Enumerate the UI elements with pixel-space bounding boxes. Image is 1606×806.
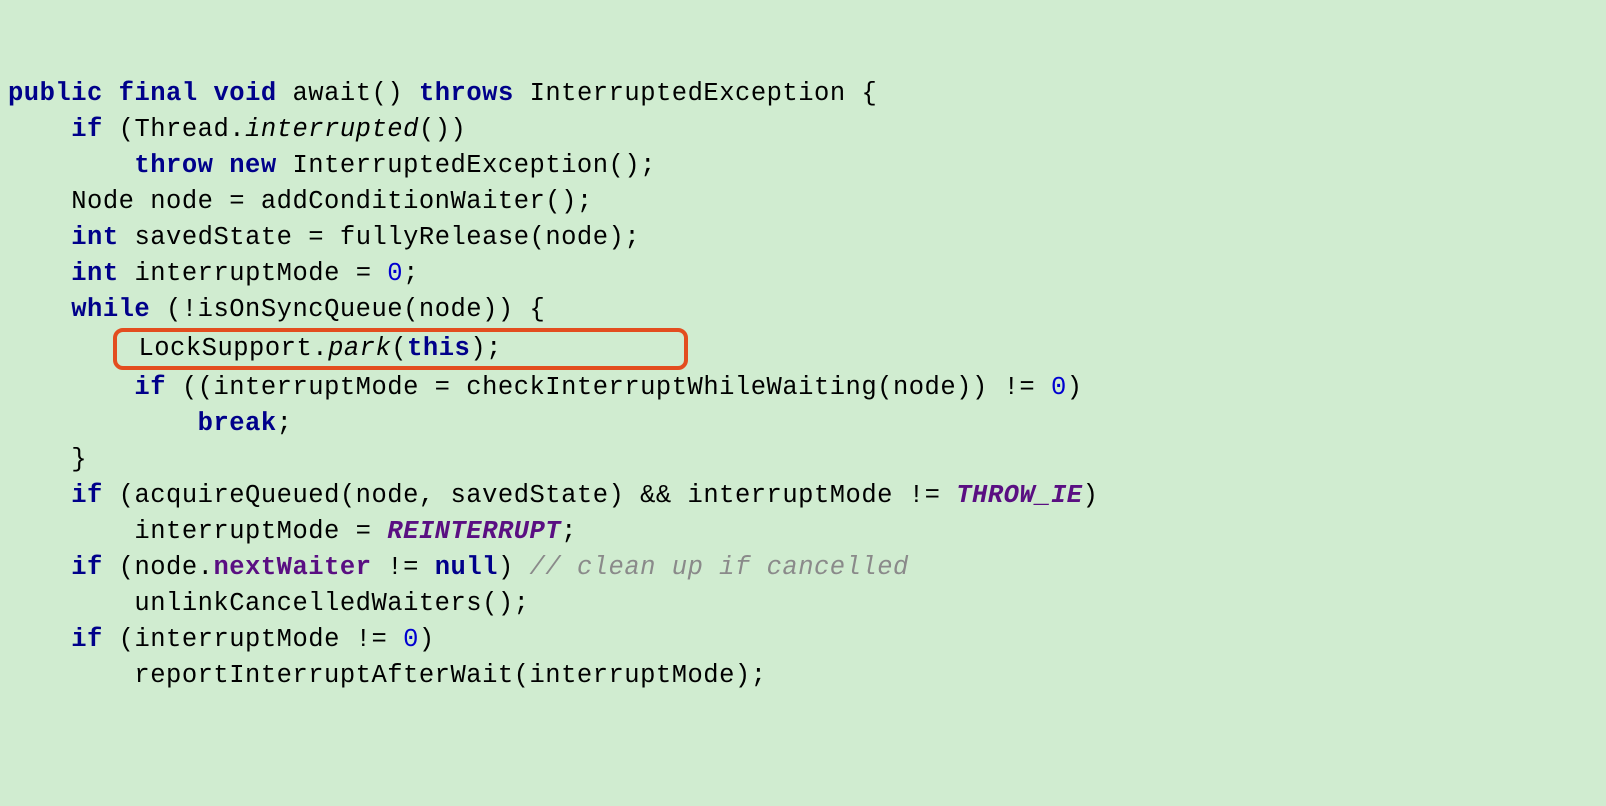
- keyword-void: void: [213, 79, 276, 108]
- code-text: InterruptedException();: [292, 151, 655, 180]
- keyword-this: this: [407, 334, 470, 363]
- keyword-if: if: [71, 625, 103, 654]
- keyword-if: if: [71, 115, 103, 144]
- code-text: ): [1067, 373, 1083, 402]
- keyword-if: if: [71, 481, 103, 510]
- code-line: if (node.nextWaiter != null) // clean up…: [8, 553, 909, 582]
- code-text: (node.: [119, 553, 214, 582]
- method-name: await: [293, 79, 372, 108]
- code-text: ((interruptMode = checkInterruptWhileWai…: [182, 373, 1051, 402]
- code-text: ;: [561, 517, 577, 546]
- constant: THROW_IE: [956, 481, 1082, 510]
- keyword-throws: throws: [419, 79, 514, 108]
- comment: // clean up if cancelled: [530, 553, 909, 582]
- code-text: ): [419, 625, 435, 654]
- keyword-int: int: [71, 259, 118, 288]
- code-text: reportInterruptAfterWait(interruptMode);: [134, 661, 766, 690]
- number-literal: 0: [1051, 373, 1067, 402]
- keyword-final: final: [119, 79, 198, 108]
- code-text: savedState = fullyRelease(node);: [134, 223, 640, 252]
- code-text: ): [498, 553, 530, 582]
- code-text: );: [470, 334, 502, 363]
- code-line: }: [8, 445, 87, 474]
- code-text: ;: [403, 259, 419, 288]
- keyword-break: break: [198, 409, 277, 438]
- keyword-while: while: [71, 295, 150, 324]
- code-block: public final void await() throws Interru…: [8, 76, 1598, 694]
- code-text: (!isOnSyncQueue(node)) {: [166, 295, 545, 324]
- field-access: nextWaiter: [213, 553, 371, 582]
- code-line: if (Thread.interrupted()): [8, 115, 466, 144]
- keyword-int: int: [71, 223, 118, 252]
- code-text: !=: [372, 553, 435, 582]
- parens: (): [372, 79, 404, 108]
- number-literal: 0: [387, 259, 403, 288]
- code-line: int savedState = fullyRelease(node);: [8, 223, 640, 252]
- code-text: (interruptMode !=: [119, 625, 403, 654]
- code-line: Node node = addConditionWaiter();: [8, 187, 593, 216]
- code-line: if (acquireQueued(node, savedState) && i…: [8, 481, 1098, 510]
- brace: {: [861, 79, 877, 108]
- code-text: ): [1083, 481, 1099, 510]
- code-line: if ((interruptMode = checkInterruptWhile…: [8, 373, 1083, 402]
- keyword-if: if: [71, 553, 103, 582]
- code-line: LockSupport.park(this);: [8, 334, 688, 363]
- keyword-throw: throw: [134, 151, 213, 180]
- code-line: reportInterruptAfterWait(interruptMode);: [8, 661, 767, 690]
- code-text: ()): [419, 115, 466, 144]
- keyword-new: new: [229, 151, 276, 180]
- code-line: throw new InterruptedException();: [8, 151, 656, 180]
- code-text: interruptMode =: [134, 259, 387, 288]
- keyword-null: null: [435, 553, 498, 582]
- brace: }: [71, 445, 87, 474]
- code-text: LockSupport.: [138, 334, 328, 363]
- code-text: unlinkCancelledWaiters();: [134, 589, 529, 618]
- code-text: (Thread.: [119, 115, 245, 144]
- keyword-public: public: [8, 79, 103, 108]
- code-line: public final void await() throws Interru…: [8, 79, 877, 108]
- code-line: unlinkCancelledWaiters();: [8, 589, 529, 618]
- code-line: break;: [8, 409, 292, 438]
- code-line: if (interruptMode != 0): [8, 625, 435, 654]
- exception-type: InterruptedException: [530, 79, 846, 108]
- code-text: (acquireQueued(node, savedState) && inte…: [119, 481, 957, 510]
- code-text: interruptMode =: [134, 517, 387, 546]
- code-line: interruptMode = REINTERRUPT;: [8, 517, 577, 546]
- number-literal: 0: [403, 625, 419, 654]
- code-line: int interruptMode = 0;: [8, 259, 419, 288]
- code-text: Node node = addConditionWaiter();: [71, 187, 592, 216]
- static-method: interrupted: [245, 115, 419, 144]
- static-method: park: [328, 334, 391, 363]
- code-text: ;: [277, 409, 293, 438]
- keyword-if: if: [134, 373, 166, 402]
- code-line: while (!isOnSyncQueue(node)) {: [8, 295, 545, 324]
- highlighted-code: LockSupport.park(this);: [113, 328, 688, 370]
- code-text: (: [391, 334, 407, 363]
- constant: REINTERRUPT: [387, 517, 561, 546]
